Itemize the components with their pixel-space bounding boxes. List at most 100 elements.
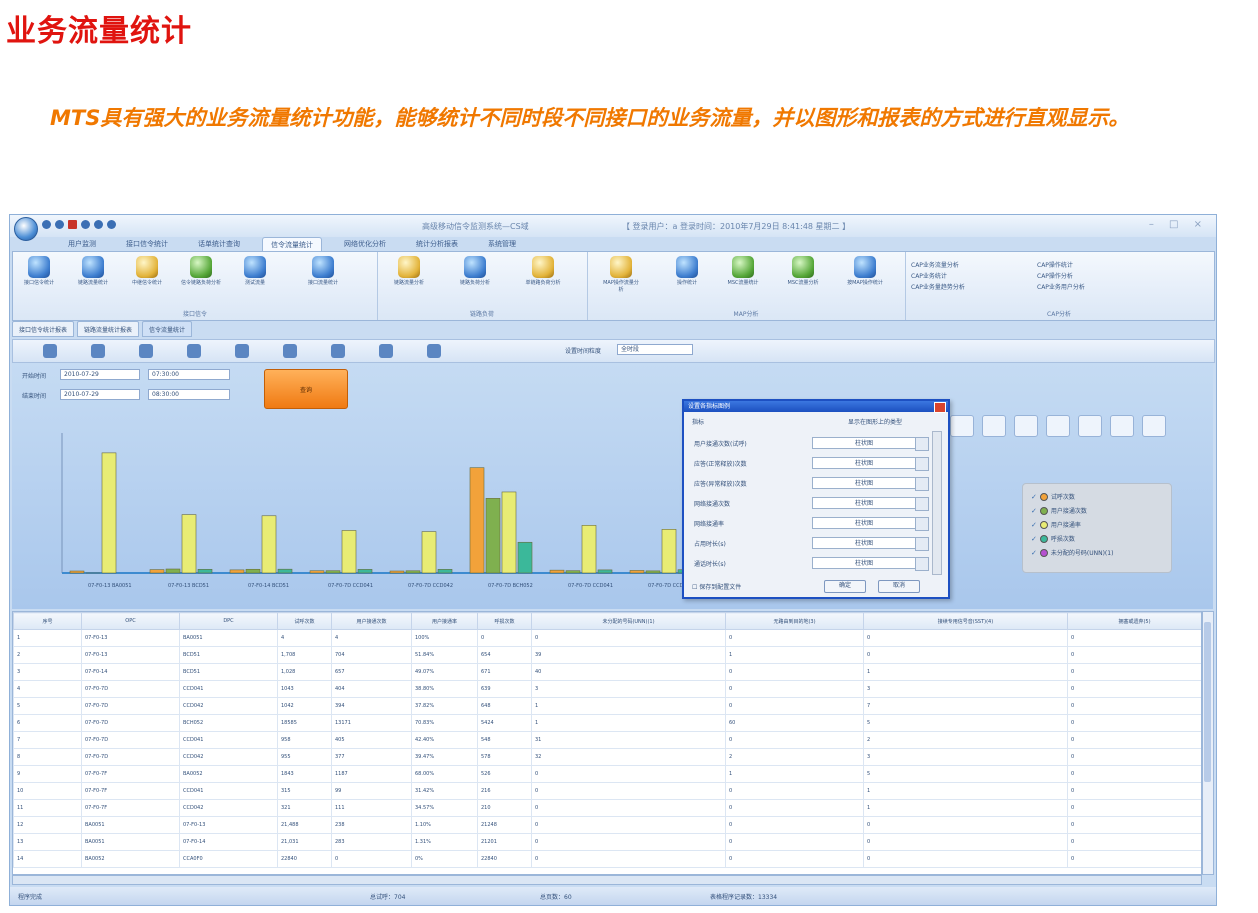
- cap-link[interactable]: CAP业务量趋势分析: [911, 282, 965, 293]
- save-icon[interactable]: [139, 344, 153, 358]
- ribbon-button[interactable]: 链路流量统计: [73, 256, 113, 287]
- column-header[interactable]: 拥塞或遗弃(5): [1067, 612, 1201, 630]
- column-header[interactable]: 未分配的号码(UNN)(1): [531, 612, 726, 630]
- table-icon[interactable]: [1046, 415, 1070, 437]
- zoom-icon[interactable]: [950, 415, 974, 437]
- help-icon[interactable]: [982, 415, 1006, 437]
- back-icon[interactable]: [42, 220, 51, 229]
- ribbon-button[interactable]: 接口信令统计: [19, 256, 59, 287]
- doc-tab[interactable]: 链路流量统计报表: [77, 321, 140, 337]
- legend-item[interactable]: ✓ 用户接通率: [1031, 520, 1081, 529]
- table-row[interactable]: 14 BA0052 CCA0F0 22840 0 0% 22840 0 0 0 0: [13, 850, 1201, 868]
- cap-link[interactable]: CAP操作分析: [1037, 271, 1085, 282]
- legend-item[interactable]: ✓ 未分配的号码(UNN)(1): [1031, 548, 1113, 557]
- ribbon-button[interactable]: 中继信令统计: [127, 256, 167, 287]
- ribbon-button[interactable]: MAP操作流量分析: [601, 256, 641, 294]
- doc-tab-active[interactable]: 信令流量统计: [142, 321, 193, 337]
- table-row[interactable]: 4 07-F0-7D CCD041 1043 404 38.80% 639 3 0 3 0: [13, 680, 1201, 698]
- tab-system[interactable]: 系统管理: [480, 237, 524, 251]
- ribbon-button[interactable]: 测试流量: [235, 256, 275, 287]
- folder-icon[interactable]: [427, 344, 441, 358]
- doc-tab[interactable]: 接口信令统计报表: [12, 321, 75, 337]
- ribbon-button[interactable]: 链路负荷分析: [455, 256, 495, 287]
- end-date-input[interactable]: 2010-07-29: [60, 389, 140, 400]
- ribbon-button[interactable]: 单链路负荷分析: [523, 256, 563, 287]
- column-header[interactable]: DPC: [179, 612, 278, 630]
- chart-type-select[interactable]: 柱状图: [812, 537, 929, 551]
- chart-type-select[interactable]: 柱状图: [812, 457, 929, 471]
- start-time-input[interactable]: 07:30:00: [148, 369, 230, 380]
- legend-item[interactable]: ✓ 呼损次数: [1031, 534, 1075, 543]
- tab-user-monitor[interactable]: 用户监测: [60, 237, 104, 251]
- refresh-icon[interactable]: [81, 220, 90, 229]
- app-menu-button[interactable]: [14, 217, 38, 241]
- start-date-input[interactable]: 2010-07-29: [60, 369, 140, 380]
- tab-traffic-stats[interactable]: 信令流量统计: [262, 237, 322, 251]
- tab-interface-stats[interactable]: 接口信令统计: [118, 237, 176, 251]
- table-row[interactable]: 12 BA0051 07-F0-13 21,488 238 1.10% 21248 0 0 0 0: [13, 816, 1201, 834]
- next-icon[interactable]: [1110, 415, 1134, 437]
- export-icon[interactable]: [91, 344, 105, 358]
- cap-link[interactable]: CAP业务流量分析: [911, 260, 965, 271]
- chart-icon[interactable]: [283, 344, 297, 358]
- table-row[interactable]: 10 07-F0-7F CCD041 315 99 31.42% 216 0 0 1 0: [13, 782, 1201, 800]
- edit-icon[interactable]: [1142, 415, 1166, 437]
- column-header[interactable]: 接续专用信号音(SST)(4): [863, 612, 1068, 630]
- tab-reports[interactable]: 统计分析报表: [408, 237, 466, 251]
- column-header[interactable]: 用户接通率: [411, 612, 478, 630]
- filter-icon[interactable]: [331, 344, 345, 358]
- column-header[interactable]: 无路由到目的地(3): [725, 612, 864, 630]
- tab-network-opt[interactable]: 网络优化分析: [336, 237, 394, 251]
- ribbon-button[interactable]: 接口流量统计: [303, 256, 343, 287]
- tab-cdr-query[interactable]: 话单统计查询: [190, 237, 248, 251]
- table-row[interactable]: 8 07-F0-7D CCD042 955 377 39.47% 578 32 2 3 0: [13, 748, 1201, 766]
- prev-icon[interactable]: [1078, 415, 1102, 437]
- column-header[interactable]: 试呼次数: [277, 612, 332, 630]
- chart-type-select[interactable]: 柱状图: [812, 497, 929, 511]
- horizontal-scrollbar[interactable]: [12, 875, 1202, 885]
- chart-type-select[interactable]: 柱状图: [812, 557, 929, 571]
- window-controls[interactable]: – □ ×: [1149, 219, 1208, 230]
- print-icon[interactable]: [187, 344, 201, 358]
- table-row[interactable]: 7 07-F0-7D CCD041 958 405 42.40% 548 31 0 2 0: [13, 731, 1201, 749]
- home-icon[interactable]: [94, 220, 103, 229]
- table-icon[interactable]: [235, 344, 249, 358]
- vertical-scrollbar[interactable]: [1202, 611, 1214, 875]
- column-header[interactable]: 用户接通次数: [331, 612, 412, 630]
- dialog-scrollbar[interactable]: [932, 431, 942, 575]
- scroll-thumb[interactable]: [1204, 622, 1211, 782]
- table-row[interactable]: 6 07-F0-7D BCH052 18585 13171 70.83% 5424 1 60 5 0: [13, 714, 1201, 732]
- cancel-button[interactable]: 取消: [878, 580, 920, 593]
- table-row[interactable]: 1 07-F0-13 BA0051 4 4 100% 0 0 0 0 0: [13, 629, 1201, 647]
- chart-type-select[interactable]: 柱状图: [812, 437, 929, 451]
- column-header[interactable]: 序号: [13, 612, 82, 630]
- cap-link[interactable]: CAP业务用户分析: [1037, 282, 1085, 293]
- ribbon-button[interactable]: MSC流量统计: [723, 256, 763, 287]
- chart-type-select[interactable]: 柱状图: [812, 477, 929, 491]
- close-icon[interactable]: [934, 402, 946, 413]
- forward-icon[interactable]: [55, 220, 64, 229]
- table-row[interactable]: 11 07-F0-7F CCD042 321 111 34.57% 210 0 0 1 0: [13, 799, 1201, 817]
- ribbon-button[interactable]: 操作统计: [667, 256, 707, 287]
- cap-link[interactable]: CAP操作统计: [1037, 260, 1085, 271]
- ribbon-button[interactable]: 信令链路负荷分析: [181, 256, 221, 287]
- end-time-input[interactable]: 08:30:00: [148, 389, 230, 400]
- info-icon[interactable]: [379, 344, 393, 358]
- table-row[interactable]: 13 BA0051 07-F0-14 21,031 283 1.31% 21201 0 0 0 0: [13, 833, 1201, 851]
- ribbon-button[interactable]: MSC流量分析: [783, 256, 823, 287]
- period-select[interactable]: 全时段: [617, 344, 693, 355]
- ribbon-button[interactable]: 按MAP操作统计: [845, 256, 885, 287]
- table-row[interactable]: 5 07-F0-7D CCD042 1042 394 37.82% 648 1 0 7 0: [13, 697, 1201, 715]
- settings-icon[interactable]: [107, 220, 116, 229]
- table-row[interactable]: 2 07-F0-13 BCD51 1,708 704 51.84% 654 39 1 0 0: [13, 646, 1201, 664]
- query-button[interactable]: 查询: [264, 369, 348, 409]
- column-header[interactable]: OPC: [81, 612, 180, 630]
- legend-item[interactable]: ✓ 试呼次数: [1031, 492, 1075, 501]
- ok-button[interactable]: 确定: [824, 580, 866, 593]
- save-config-checkbox[interactable]: ☐ 保存到配置文件: [692, 582, 741, 591]
- legend-item[interactable]: ✓ 用户接通次数: [1031, 506, 1087, 515]
- help-icon[interactable]: [43, 344, 57, 358]
- table-row[interactable]: 9 07-F0-7F BA0052 1843 1187 68.00% 526 0 1 5 0: [13, 765, 1201, 783]
- chart-type-select[interactable]: 柱状图: [812, 517, 929, 531]
- stop-icon[interactable]: [68, 220, 77, 229]
